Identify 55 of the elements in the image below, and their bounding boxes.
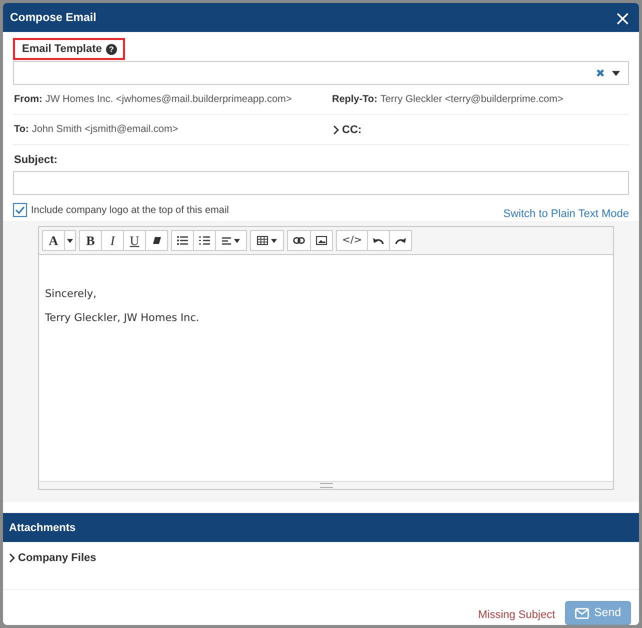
caret-icon bbox=[234, 238, 240, 242]
recipient-address: John Smith <jsmith@email.com> bbox=[32, 124, 178, 135]
bulleted-list-button[interactable] bbox=[171, 230, 194, 251]
numbered-list-icon bbox=[199, 236, 210, 245]
font-dropdown-button[interactable] bbox=[64, 230, 76, 251]
template-select[interactable]: ✖ bbox=[13, 61, 629, 85]
table-icon bbox=[257, 236, 268, 245]
link-button[interactable] bbox=[287, 230, 311, 251]
field-label: Reply-To: bbox=[332, 94, 378, 105]
caret-icon bbox=[612, 70, 620, 76]
undo-button[interactable] bbox=[367, 230, 390, 251]
caret-icon bbox=[67, 238, 73, 242]
caret-icon bbox=[271, 238, 277, 242]
section-header: Attachments bbox=[3, 513, 639, 542]
redo-icon bbox=[395, 237, 406, 244]
table-button[interactable] bbox=[250, 230, 284, 251]
field-label: Email Template bbox=[22, 43, 102, 55]
sender-address: JW Homes Inc. <jwhomes@mail.builderprimeapp.com> bbox=[45, 94, 292, 105]
clear-format-button[interactable] bbox=[145, 230, 168, 251]
resize-handle[interactable] bbox=[39, 481, 613, 489]
validation-message: Missing Subject bbox=[478, 608, 556, 620]
underline-button[interactable]: U bbox=[123, 230, 146, 251]
eraser-icon bbox=[152, 236, 162, 245]
dialog-title: Compose Email bbox=[10, 12, 96, 24]
cc-toggle[interactable]: CC: bbox=[332, 124, 362, 136]
plain-text-link[interactable]: Switch to Plain Text Mode bbox=[503, 208, 629, 221]
code-view-button[interactable]: </> bbox=[336, 230, 368, 251]
folder-toggle[interactable]: Company Files bbox=[8, 552, 96, 564]
field-label: Subject: bbox=[13, 153, 58, 168]
undo-icon bbox=[373, 237, 384, 244]
align-icon bbox=[222, 236, 231, 244]
checkmark-icon bbox=[15, 206, 25, 214]
font-button[interactable]: A bbox=[42, 230, 65, 251]
body-text: Terry Gleckler, JW Homes Inc. bbox=[45, 312, 200, 324]
numbered-list-button[interactable] bbox=[193, 230, 216, 251]
bold-button[interactable]: B bbox=[79, 230, 102, 251]
checkbox-label: Include company logo at the top of this email bbox=[31, 204, 229, 216]
clear-icon[interactable]: ✖ bbox=[596, 66, 605, 80]
logo-checkbox[interactable] bbox=[13, 203, 27, 217]
image-icon bbox=[316, 236, 327, 245]
subject-field[interactable] bbox=[13, 171, 629, 195]
link-icon bbox=[293, 237, 305, 244]
close-button[interactable]: × bbox=[612, 8, 633, 28]
field-label: To: bbox=[14, 124, 29, 135]
editor-body[interactable]: Sincerely, Terry Gleckler, JW Homes Inc. bbox=[39, 255, 613, 481]
redo-button[interactable] bbox=[389, 230, 412, 251]
reply-to-address: Terry Gleckler <terry@builderprime.com> bbox=[380, 94, 564, 105]
help-icon[interactable]: ? bbox=[106, 44, 117, 54]
bulleted-list-icon bbox=[177, 236, 188, 245]
align-button[interactable] bbox=[215, 230, 247, 251]
body-text: Sincerely, bbox=[45, 288, 98, 300]
italic-button[interactable]: I bbox=[101, 230, 124, 251]
envelope-icon bbox=[575, 608, 590, 618]
image-button[interactable] bbox=[310, 230, 333, 251]
field-label: From: bbox=[14, 94, 42, 105]
